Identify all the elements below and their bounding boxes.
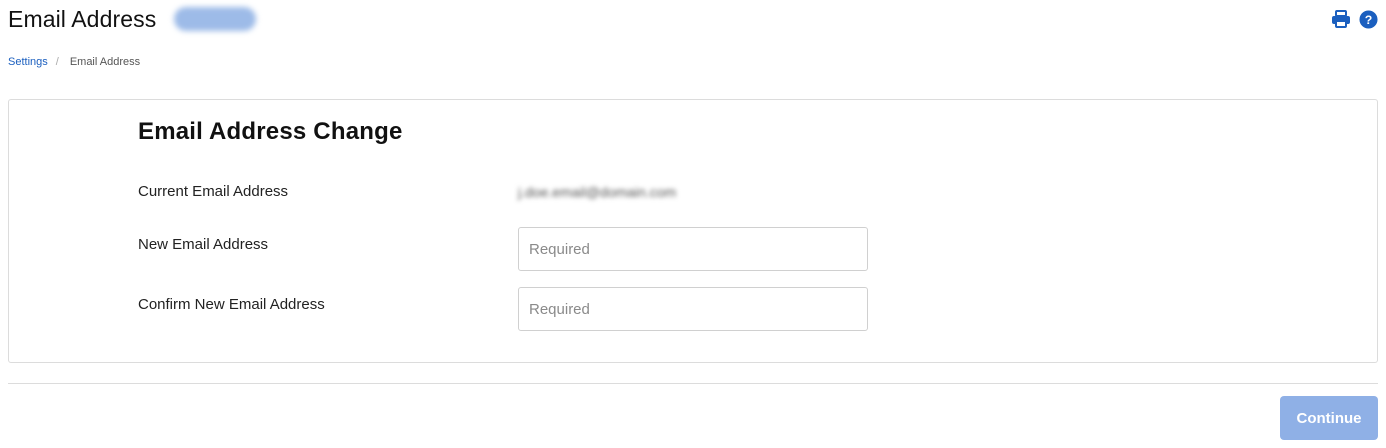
breadcrumb: Settings / Email Address [8,56,140,68]
status-badge [174,7,257,31]
confirm-email-label: Confirm New Email Address [138,296,325,313]
confirm-email-input[interactable] [518,287,868,331]
question-circle-icon[interactable]: ? [1359,9,1378,29]
current-email-label: Current Email Address [138,183,289,200]
svg-text:?: ? [1365,12,1373,26]
page-header: Email Address ? [8,4,1378,34]
breadcrumb-current: Email Address [69,56,141,68]
breadcrumb-separator: / [55,56,59,68]
printer-icon[interactable] [1331,9,1351,29]
current-email-value: j.doe.email@domain.com [518,184,677,200]
page: Email Address ? Settings / Email Address [0,0,1386,448]
email-change-card: Email Address Change Current Email Addre… [8,99,1378,363]
continue-button[interactable]: Continue [1280,396,1378,440]
header-actions: ? [1331,9,1378,29]
new-email-input[interactable] [518,227,868,271]
form-title: Email Address Change [138,118,403,145]
new-email-label: New Email Address [138,236,269,253]
breadcrumb-link-settings[interactable]: Settings [8,56,48,68]
footer-divider [8,383,1378,384]
page-title: Email Address [8,5,157,32]
